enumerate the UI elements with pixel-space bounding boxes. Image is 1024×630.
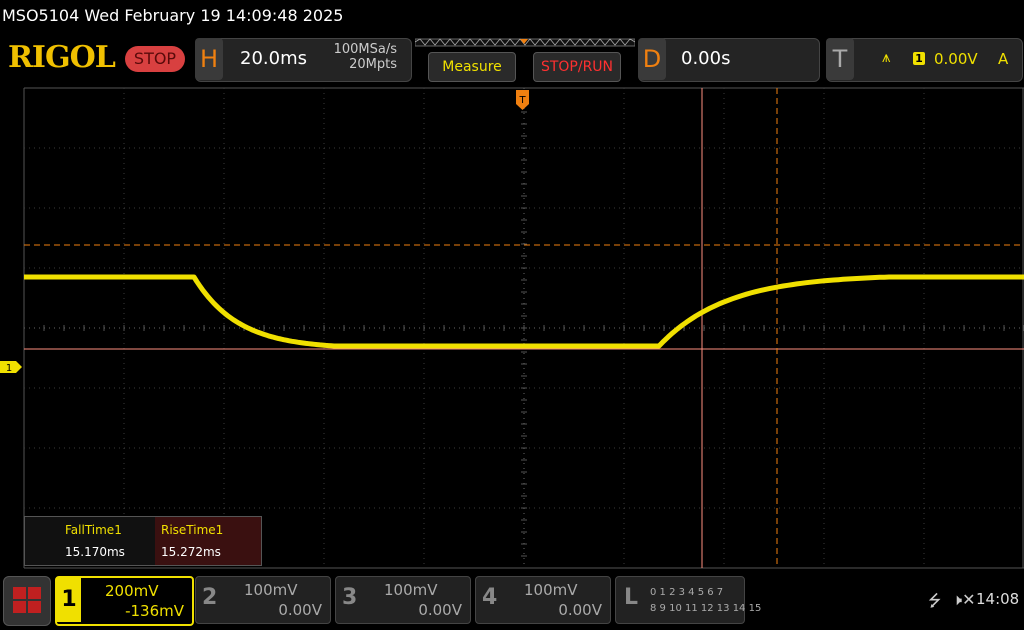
- fall-time-label: FallTime1: [65, 523, 122, 537]
- memory-position-strip: [415, 38, 635, 47]
- channel-1-offset: -136mV: [125, 602, 184, 620]
- channel-2-number: 2: [202, 585, 218, 610]
- channel-4-number: 4: [482, 585, 498, 610]
- acquisition-info: 100MSa/s 20Mpts: [322, 42, 397, 72]
- svg-text:T: T: [518, 95, 526, 106]
- channel-2-button[interactable]: 2 100mV 0.00V: [195, 576, 331, 624]
- logic-row-2: 8 9 10 11 12 13 14 15: [650, 603, 762, 614]
- grid-menu-icon: [13, 587, 41, 613]
- trigger-mode: A: [998, 50, 1009, 68]
- memory-depth: 20Mpts: [349, 57, 397, 72]
- delay-label: D: [638, 38, 666, 80]
- channel-2-scale: 100mV: [244, 581, 298, 599]
- trigger-label: T: [826, 38, 854, 80]
- channel-1-trace: [24, 274, 1024, 349]
- logic-label: L: [624, 585, 639, 610]
- channel-4-button[interactable]: 4 100mV 0.00V: [475, 576, 611, 624]
- trigger-level: 0.00V: [934, 50, 978, 68]
- logic-analyzer-button[interactable]: L 0 1 2 3 4 5 6 7 8 9 10 11 12 13 14 15: [615, 576, 761, 624]
- measure-button[interactable]: Measure: [428, 52, 516, 82]
- channel-3-offset: 0.00V: [418, 601, 462, 619]
- usb-icon: ⭍: [928, 591, 942, 610]
- trigger-marker: T: [516, 90, 529, 110]
- channel-1-scale: 200mV: [105, 582, 159, 600]
- sample-rate: 100MSa/s: [333, 42, 397, 57]
- stop-run-button[interactable]: STOP/RUN: [533, 52, 621, 82]
- channel-2-offset: 0.00V: [278, 601, 322, 619]
- rigol-logo: RIGOL: [8, 40, 116, 75]
- timebase-value: 20.0ms: [240, 48, 307, 69]
- horizontal-label: H: [195, 38, 223, 80]
- graticule: [23, 87, 1024, 569]
- svg-text:1: 1: [6, 363, 12, 374]
- mute-icon[interactable]: 🕨✕: [952, 590, 976, 610]
- home-menu-button[interactable]: [3, 576, 51, 626]
- channel-1-button[interactable]: 1 200mV -136mV: [55, 576, 194, 626]
- window-title: MSO5104 Wed February 19 14:09:48 2025: [2, 6, 344, 25]
- channel-3-button[interactable]: 3 100mV 0.00V: [335, 576, 471, 624]
- channel-3-scale: 100mV: [384, 581, 438, 599]
- channel-1-number: 1: [57, 578, 81, 622]
- rising-edge-icon: ⩚: [882, 48, 891, 66]
- channel-4-scale: 100mV: [524, 581, 578, 599]
- trigger-source-chip: 1: [913, 52, 925, 65]
- fall-time-value: 15.170ms: [65, 545, 125, 559]
- clock: 14:08: [976, 590, 1020, 608]
- waveform-display[interactable]: T 1: [0, 84, 1024, 572]
- measurement-panel[interactable]: FallTime1 RiseTime1 15.170ms 15.272ms: [24, 516, 262, 566]
- rise-time-label: RiseTime1: [161, 523, 224, 537]
- rise-time-value: 15.272ms: [161, 545, 221, 559]
- channel-1-offset-marker[interactable]: 1: [0, 361, 22, 374]
- channel-4-offset: 0.00V: [558, 601, 602, 619]
- run-state-badge[interactable]: STOP: [125, 46, 185, 72]
- delay-value: 0.00s: [681, 48, 731, 69]
- title-bar: MSO5104 Wed February 19 14:09:48 2025: [0, 0, 1024, 34]
- logic-row-1: 0 1 2 3 4 5 6 7: [650, 587, 724, 598]
- channel-3-number: 3: [342, 585, 358, 610]
